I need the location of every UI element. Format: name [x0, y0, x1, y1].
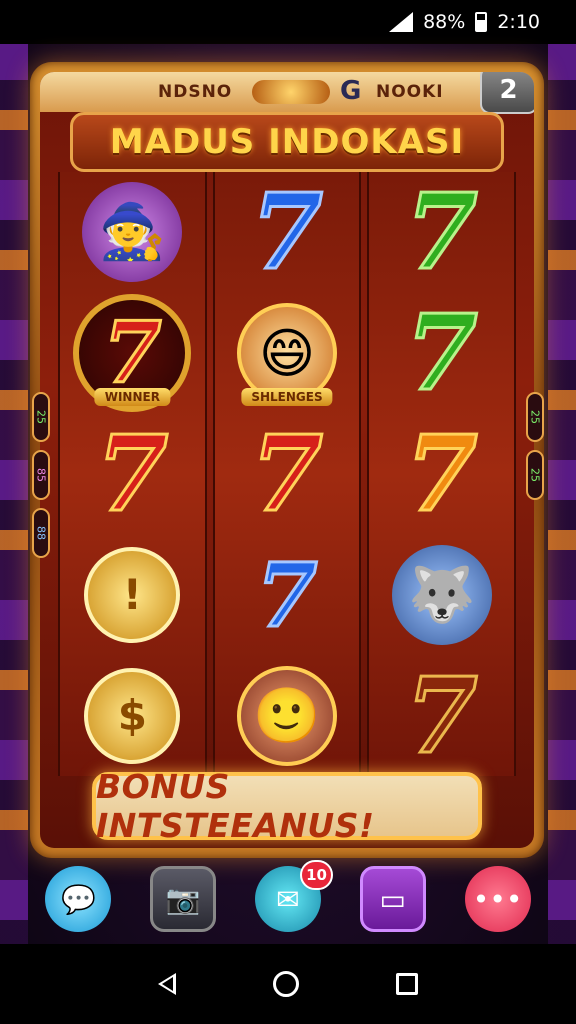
tv-button[interactable]: ▭: [359, 866, 426, 932]
hero-banner: SHLENGES: [241, 387, 333, 406]
seven-symbol: 7: [249, 170, 324, 294]
action-bar: 💬 📷 ✉ 10 ▭ •••: [0, 860, 576, 936]
reel-cell: 7: [215, 172, 360, 293]
payline-pill[interactable]: 25: [32, 392, 50, 442]
slot-machine-body: NDSNO G NOOKI 2 MADUS INDOKASI 🧙 7 WINNE…: [40, 72, 534, 848]
reel-cell: 7: [215, 414, 360, 535]
top-left-label: NDSNO: [158, 82, 233, 102]
back-icon[interactable]: [158, 973, 177, 995]
right-paylines: 25 25: [526, 392, 544, 500]
reel-cell: 7 WINNER: [60, 293, 205, 414]
seven-symbol: 7: [95, 411, 170, 535]
message-icon: ✉: [276, 882, 300, 916]
top-info-bar: NDSNO G NOOKI 2: [40, 72, 534, 114]
wreath-banner: WINNER: [94, 387, 170, 406]
signal-icon: [389, 12, 414, 32]
wolf-character-icon: 🐺: [391, 544, 492, 645]
message-button[interactable]: ✉ 10: [254, 860, 333, 932]
gold-coins-icon: $: [84, 667, 181, 764]
reels-area: 🧙 7 WINNER 7 ! $ 7 😄 SHLENGES 7 7 🙂 7 7 …: [58, 172, 516, 776]
left-casino-backdrop: [0, 40, 28, 944]
top-right-label: NOOKI: [376, 82, 444, 102]
seven-symbol: 7: [404, 170, 479, 294]
reel-cell: 😄 SHLENGES: [215, 293, 360, 414]
payline-pill[interactable]: 85: [32, 450, 50, 500]
home-icon[interactable]: [272, 971, 299, 997]
reel-cell: $: [60, 655, 205, 776]
slot-game-screen: 88% 2:10 NDSNO G NOOKI 2 MADUS INDOKASI …: [0, 0, 576, 1024]
reel-cell: 7: [60, 414, 205, 535]
right-casino-backdrop: [548, 40, 576, 944]
slot-machine-frame: NDSNO G NOOKI 2 MADUS INDOKASI 🧙 7 WINNE…: [30, 62, 544, 858]
more-dots-icon: •••: [472, 882, 523, 916]
payline-pill[interactable]: 25: [526, 392, 544, 442]
reel-cell: 🧙: [60, 172, 205, 293]
notification-badge: 10: [300, 860, 333, 890]
camera-icon: 📷: [165, 882, 201, 916]
seven-symbol: 7: [404, 411, 479, 535]
payline-pill[interactable]: 25: [526, 450, 544, 500]
tv-icon: ▭: [379, 882, 407, 916]
seven-symbol: 7: [404, 291, 479, 415]
reel-2: 7 😄 SHLENGES 7 7 🙂: [212, 172, 362, 776]
camera-button[interactable]: 📷: [150, 866, 217, 932]
reel-3: 7 7 7 🐺 7: [367, 172, 516, 776]
bonus-button[interactable]: BONUS INTSTEEANUS!: [92, 767, 482, 845]
speech-bubble-icon: 💬: [60, 882, 96, 916]
man-character-icon: 🙂: [236, 665, 337, 766]
reel-cell: 🐺: [369, 534, 514, 655]
battery-icon: [475, 12, 488, 32]
seven-symbol: 7: [102, 303, 163, 403]
reel-cell: 🙂: [215, 655, 360, 776]
navigation-bar: [0, 944, 576, 1024]
seven-symbol: 7: [404, 653, 479, 777]
reel-cell: 7: [369, 172, 514, 293]
reel-cell: 7: [369, 293, 514, 414]
reel-cell: !: [60, 534, 205, 655]
more-button[interactable]: •••: [464, 866, 531, 932]
reel-1: 🧙 7 WINNER 7 ! $: [58, 172, 207, 776]
reel-cell: 7: [215, 534, 360, 655]
left-paylines: 25 85 88: [32, 392, 50, 558]
menu-button[interactable]: 2: [480, 72, 534, 114]
reel-cell: 7: [369, 655, 514, 776]
seven-symbol: 7: [255, 542, 319, 647]
wizard-character-icon: 🧙: [82, 182, 183, 283]
clock: 2:10: [497, 11, 540, 33]
reel-cell: 7: [369, 414, 514, 535]
g-logo-icon: G: [340, 76, 363, 106]
gold-badge-icon: !: [84, 546, 181, 643]
recent-apps-icon[interactable]: [395, 973, 418, 995]
payline-pill[interactable]: 88: [32, 508, 50, 558]
ornament-icon: [252, 80, 330, 104]
chat-button[interactable]: 💬: [45, 866, 112, 932]
game-title: MADUS INDOKASI: [70, 112, 504, 172]
status-bar: 88% 2:10: [0, 0, 576, 44]
battery-percent: 88%: [423, 11, 466, 33]
seven-symbol: 7: [249, 411, 324, 535]
